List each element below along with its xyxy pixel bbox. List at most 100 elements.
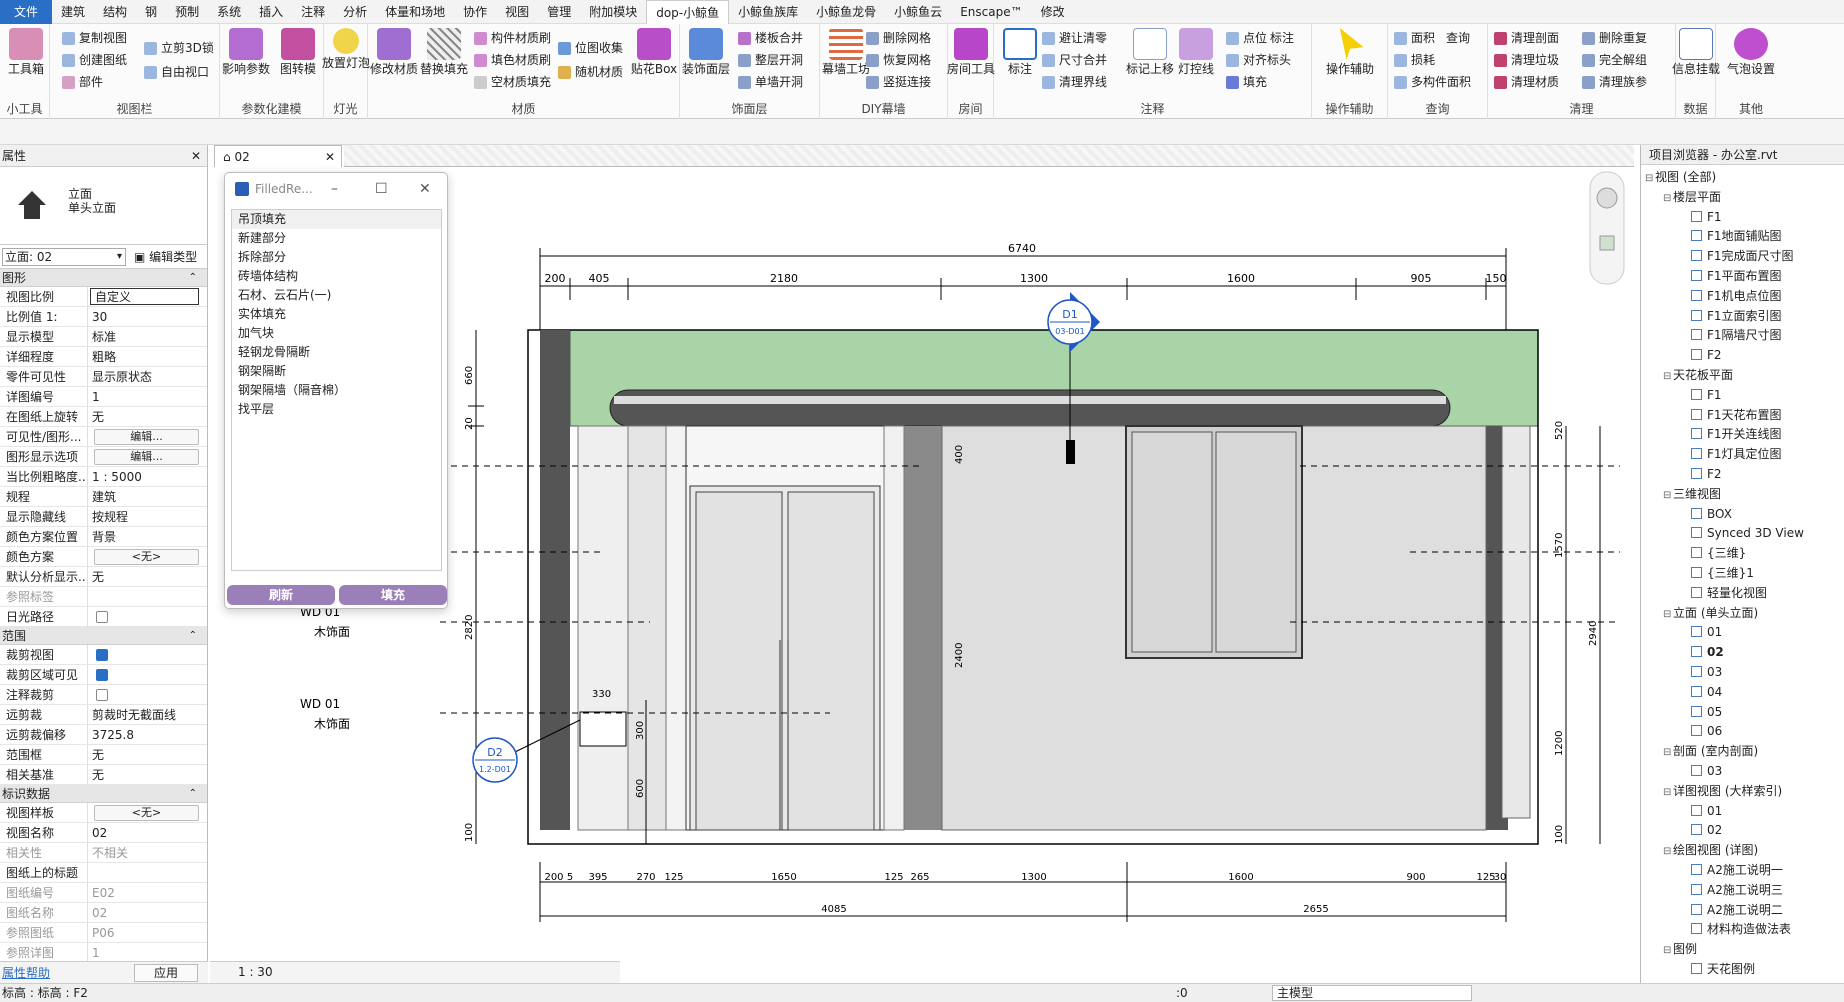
bitmap-collect-button[interactable]: 位图收集 <box>558 38 623 58</box>
browser-item[interactable]: A2施工说明三 <box>1691 880 1783 900</box>
room-tool-button[interactable]: 房间工具 <box>945 28 997 77</box>
property-value[interactable]: 1 <box>88 943 207 962</box>
view-tab-02[interactable]: ⌂ 02 ✕ <box>214 145 342 167</box>
collapse-icon[interactable]: ⊟ <box>1663 486 1673 506</box>
collapse-icon[interactable]: ⊟ <box>1663 941 1673 961</box>
navigation-bar[interactable] <box>1589 171 1625 285</box>
collapse-icon[interactable]: ⊟ <box>1645 169 1655 189</box>
property-value[interactable]: 编辑... <box>88 427 207 446</box>
menu-item[interactable]: 管理 <box>538 0 580 24</box>
browser-item[interactable]: F1机电点位图 <box>1691 286 1782 306</box>
fill-type-item[interactable]: 钢架隔墙（隔音棉） <box>232 381 441 400</box>
property-button[interactable]: 编辑... <box>94 449 199 465</box>
browser-group[interactable]: ⊟ 详图视图 (大样索引) <box>1663 781 1782 801</box>
property-value[interactable]: 自定义 <box>90 288 199 305</box>
browser-group[interactable]: ⊟ 剖面 (室内剖面) <box>1663 741 1758 761</box>
delete-duplicate-button[interactable]: 删除重复 <box>1582 28 1647 48</box>
browser-item[interactable]: 04 <box>1691 682 1722 702</box>
browser-item[interactable]: F1天花布置图 <box>1691 405 1782 425</box>
maximize-icon[interactable]: ☐ <box>375 173 388 205</box>
browser-item[interactable]: F1立面索引图 <box>1691 306 1782 326</box>
dimension-merge-button[interactable]: 尺寸合并 <box>1042 50 1107 70</box>
avoid-reset-button[interactable]: 避让清零 <box>1042 28 1107 48</box>
menu-item[interactable]: 插入 <box>250 0 292 24</box>
property-value[interactable]: 剪裁时无截面线 <box>88 705 207 724</box>
create-sheet-button[interactable]: 创建图纸 <box>62 50 127 70</box>
operation-assist-button[interactable]: 操作辅助 <box>1324 28 1376 77</box>
property-value[interactable]: P06 <box>88 923 207 942</box>
property-value[interactable]: 按规程 <box>88 507 207 526</box>
place-bulb-button[interactable]: 放置灯泡 <box>320 28 372 71</box>
browser-item[interactable]: F1地面铺贴图 <box>1691 226 1782 246</box>
color-brush-button[interactable]: 填色材质刷 <box>474 50 551 70</box>
browser-item[interactable]: Synced 3D View <box>1691 523 1804 543</box>
browser-item[interactable]: 06 <box>1691 721 1722 741</box>
fill-type-item[interactable]: 找平层 <box>232 400 441 419</box>
property-value[interactable]: 编辑... <box>88 447 207 466</box>
browser-item[interactable]: 02 <box>1691 820 1722 840</box>
property-checkbox[interactable] <box>96 611 108 623</box>
copy-view-button[interactable]: 复制视图 <box>62 28 127 48</box>
menu-item[interactable]: Enscape™ <box>951 0 1031 24</box>
property-value[interactable]: 不相关 <box>88 843 207 862</box>
property-value[interactable]: 无 <box>88 745 207 764</box>
menu-item[interactable]: 视图 <box>496 0 538 24</box>
property-value[interactable]: 建筑 <box>88 487 207 506</box>
fill-type-item[interactable]: 钢架隔断 <box>232 362 441 381</box>
menu-item[interactable]: 文件 <box>0 0 53 24</box>
property-value[interactable]: 02 <box>88 823 207 842</box>
area-button[interactable]: 面积 <box>1394 28 1435 48</box>
fill-type-list[interactable]: 吊顶填充 新建部分 拆除部分 砖墙体结构 石材、云石片(一) 实体填充 加气块 轻钢龙骨隔断钢… <box>231 209 442 571</box>
browser-item[interactable]: 01 <box>1691 622 1722 642</box>
collapse-icon[interactable]: ⊟ <box>1663 367 1673 387</box>
property-value[interactable]: 标准 <box>88 327 207 346</box>
property-button[interactable]: <无> <box>94 805 199 821</box>
browser-item[interactable]: F2 <box>1691 345 1722 365</box>
clean-garbage-button[interactable]: 清理垃圾 <box>1494 50 1559 70</box>
browser-item[interactable]: F1 <box>1691 207 1722 227</box>
browser-item[interactable]: 03 <box>1691 662 1722 682</box>
random-material-button[interactable]: 随机材质 <box>558 62 623 82</box>
collapse-icon[interactable]: ⊟ <box>1663 189 1673 209</box>
collapse-icon[interactable]: ⌃ <box>189 269 197 287</box>
browser-item[interactable]: 03 <box>1691 761 1722 781</box>
property-checkbox[interactable] <box>96 649 108 661</box>
browser-item[interactable]: A2施工说明二 <box>1691 900 1783 920</box>
menu-item[interactable]: 系统 <box>208 0 250 24</box>
browser-item[interactable]: F1开关连线图 <box>1691 424 1782 444</box>
fill-type-item[interactable]: 实体填充 <box>232 305 441 324</box>
browser-item[interactable]: A2施工说明一 <box>1691 860 1783 880</box>
fill-type-item[interactable]: 拆除部分 <box>232 248 441 267</box>
browser-item[interactable]: F1灯具定位图 <box>1691 444 1782 464</box>
property-value[interactable]: <无> <box>88 803 207 822</box>
property-value[interactable]: 1 <box>88 387 207 406</box>
browser-group[interactable]: ⊟ 立面 (单头立面) <box>1663 603 1758 623</box>
edit-type-button[interactable]: ▣ 编辑类型 <box>134 248 197 265</box>
ungroup-button[interactable]: 完全解组 <box>1582 50 1647 70</box>
fill-button[interactable]: 填充 <box>339 585 447 605</box>
close-icon[interactable]: ✕ <box>191 145 201 167</box>
property-value[interactable]: E02 <box>88 883 207 902</box>
property-value[interactable]: 30 <box>88 307 207 326</box>
browser-item[interactable]: 天花图例 <box>1691 959 1755 979</box>
point-button[interactable]: 点位 <box>1226 28 1267 48</box>
loss-button[interactable]: 损耗 <box>1394 50 1435 70</box>
browser-root[interactable]: ⊟ 视图 (全部) <box>1645 167 1716 187</box>
free-viewport-button[interactable]: 自由视口 <box>144 62 209 82</box>
menu-item[interactable]: 预制 <box>166 0 208 24</box>
floor-merge-button[interactable]: 楼板合并 <box>738 28 803 48</box>
browser-item[interactable]: 材料构造做法表 <box>1691 919 1791 939</box>
replace-fill-button[interactable]: 替换填充 <box>418 28 470 77</box>
fill-button[interactable]: 填充 <box>1226 72 1267 92</box>
toolbox-button[interactable]: 工具箱 <box>0 28 52 77</box>
clean-material-button[interactable]: 清理材质 <box>1494 72 1559 92</box>
instance-selector[interactable]: 立面: 02 <box>2 247 126 266</box>
browser-item[interactable]: {三维} <box>1691 543 1746 563</box>
property-value[interactable]: 粗略 <box>88 347 207 366</box>
browser-item[interactable]: BOX <box>1691 504 1732 524</box>
property-group-header[interactable]: 标识数据 ⌃ <box>0 785 207 803</box>
browser-item[interactable]: F1隔墙尺寸图 <box>1691 325 1782 345</box>
browser-item[interactable]: {三维}1 <box>1691 563 1754 583</box>
clean-boundary-button[interactable]: 清理界线 <box>1042 72 1107 92</box>
property-value[interactable]: 3725.8 <box>88 725 207 744</box>
